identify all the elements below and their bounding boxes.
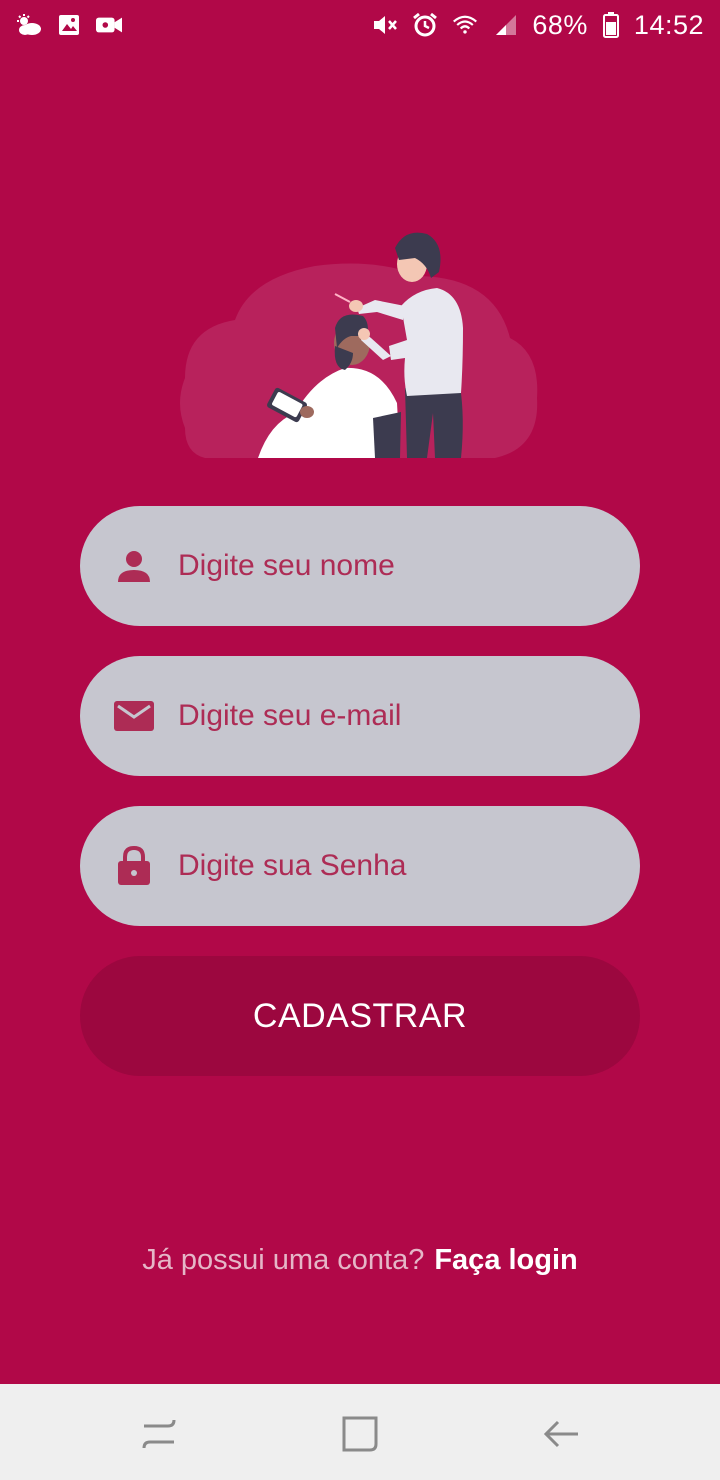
battery-icon [602, 12, 620, 38]
clock: 14:52 [633, 9, 704, 40]
name-field[interactable] [80, 506, 640, 626]
video-camera-icon [96, 12, 122, 38]
login-link[interactable]: Faça login [434, 1244, 577, 1277]
gallery-icon [56, 12, 82, 38]
person-icon [114, 546, 154, 586]
navigation-bar [0, 1384, 720, 1480]
home-icon[interactable] [338, 1412, 382, 1456]
recent-apps-icon[interactable] [138, 1412, 182, 1456]
back-icon[interactable] [540, 1412, 584, 1456]
status-bar-left [16, 12, 122, 38]
status-bar: 68% 14:52 [0, 0, 720, 50]
weather-icon [16, 12, 42, 38]
password-field[interactable] [80, 806, 640, 926]
login-prompt-text: Já possui uma conta? [142, 1243, 425, 1276]
mute-icon [372, 12, 398, 38]
envelope-icon [114, 696, 154, 736]
battery-percentage: 68% [532, 9, 588, 40]
password-input[interactable] [178, 806, 608, 926]
signal-icon [492, 12, 518, 38]
wifi-icon [452, 12, 478, 38]
name-input[interactable] [178, 506, 608, 626]
barber-cutting-hair-illustration [175, 228, 545, 463]
lock-icon [114, 846, 154, 886]
alarm-icon [412, 12, 438, 38]
login-prompt: Já possui uma conta? Faça login [0, 1236, 720, 1284]
email-input[interactable] [178, 656, 608, 776]
email-field[interactable] [80, 656, 640, 776]
status-bar-right: 68% 14:52 [372, 10, 704, 41]
register-button[interactable]: CADASTRAR [80, 956, 640, 1076]
